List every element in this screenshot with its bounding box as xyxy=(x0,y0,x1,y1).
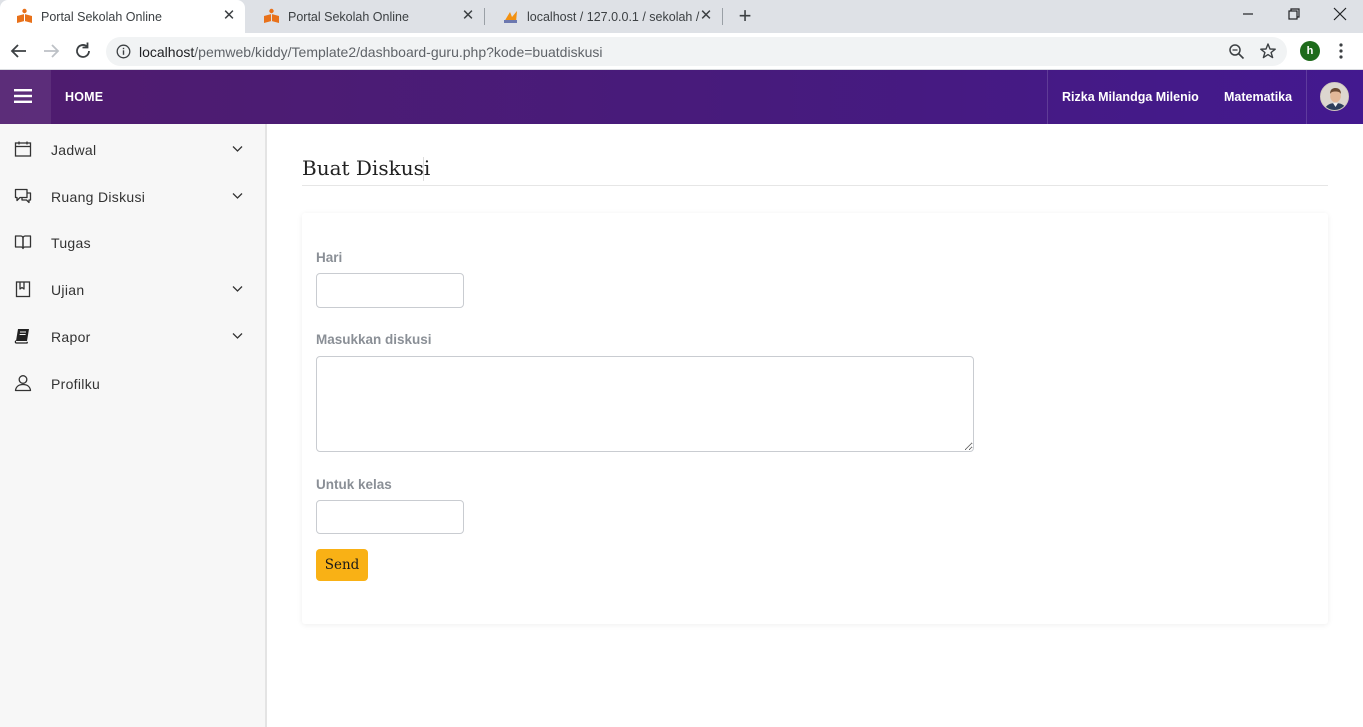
title-divider xyxy=(423,157,424,181)
hari-label: Hari xyxy=(316,250,343,265)
browser-tab-3[interactable]: localhost / 127.0.0.1 / sekolah / s ✕ xyxy=(486,0,722,33)
close-tab-icon[interactable]: ✕ xyxy=(221,8,237,24)
chevron-down-icon xyxy=(232,333,243,339)
tab-separator xyxy=(722,8,723,25)
sidebar-item-profilku[interactable]: Profilku xyxy=(0,360,265,406)
chevron-down-icon xyxy=(232,193,243,199)
sidebar-item-label: Ujian xyxy=(51,282,85,298)
restore-window-icon[interactable] xyxy=(1284,4,1304,24)
sidebar-item-label: Profilku xyxy=(51,376,101,392)
sidebar-item-label: Jadwal xyxy=(51,142,97,158)
subject-label[interactable]: Matematika xyxy=(1224,90,1292,104)
tab-separator xyxy=(484,8,485,25)
hamburger-menu-icon xyxy=(14,89,32,103)
minimize-window-icon[interactable] xyxy=(1238,4,1258,24)
forward-arrow-icon[interactable] xyxy=(40,40,62,62)
chat-bubbles-icon xyxy=(14,188,32,204)
kelas-label: Untuk kelas xyxy=(316,477,392,492)
new-tab-plus-icon[interactable]: + xyxy=(735,5,755,27)
tab-title: Portal Sekolah Online xyxy=(288,9,409,24)
close-tab-icon[interactable]: ✕ xyxy=(460,8,476,24)
url-text[interactable]: localhost/pemweb/kiddy/Template2/dashboa… xyxy=(139,44,602,60)
title-underline xyxy=(302,185,1328,186)
top-navbar: HOME Rizka Milandga Milenio Matematika xyxy=(0,70,1363,124)
url-path: /pemweb/kiddy/Template2/dashboard-guru.p… xyxy=(194,44,603,60)
user-photo-icon xyxy=(1321,83,1348,110)
user-avatar[interactable] xyxy=(1320,82,1349,111)
sidebar-item-rapor[interactable]: Rapor xyxy=(0,313,265,359)
phpmyadmin-favicon-icon xyxy=(504,11,517,23)
zoom-icon[interactable] xyxy=(1228,43,1245,60)
bookmark-star-icon[interactable] xyxy=(1259,42,1277,60)
chevron-down-icon xyxy=(232,146,243,152)
tab-title: Portal Sekolah Online xyxy=(41,9,162,24)
site-info-icon[interactable] xyxy=(116,44,131,59)
browser-tab-strip: Portal Sekolah Online ✕ Portal Sekolah O… xyxy=(0,0,1363,33)
school-favicon-icon xyxy=(17,8,32,23)
sidebar-item-tugas[interactable]: Tugas xyxy=(0,219,265,265)
browser-tab-1[interactable]: Portal Sekolah Online ✕ xyxy=(0,0,245,33)
page-title: Buat Diskusi xyxy=(302,156,431,180)
diskusi-label: Masukkan diskusi xyxy=(316,332,432,347)
browser-menu-icon[interactable] xyxy=(1334,41,1348,61)
url-host: localhost xyxy=(139,44,195,60)
sidebar-item-label: Ruang Diskusi xyxy=(51,189,146,205)
reload-icon[interactable] xyxy=(72,40,94,62)
sidebar: Jadwal Ruang Diskusi Tugas Ujian Rapor P… xyxy=(0,124,267,727)
sidebar-item-jadwal[interactable]: Jadwal xyxy=(0,126,265,172)
close-window-icon[interactable] xyxy=(1330,4,1350,24)
sidebar-item-label: Rapor xyxy=(51,329,91,345)
hari-input[interactable] xyxy=(316,273,464,308)
user-icon xyxy=(14,375,32,392)
back-arrow-icon[interactable] xyxy=(8,40,30,62)
chevron-down-icon xyxy=(232,286,243,292)
address-bar[interactable]: localhost/pemweb/kiddy/Template2/dashboa… xyxy=(106,37,1287,66)
close-tab-icon[interactable]: ✕ xyxy=(698,8,714,24)
open-book-icon xyxy=(14,235,32,250)
sidebar-item-label: Tugas xyxy=(51,235,91,251)
browser-tab-2[interactable]: Portal Sekolah Online ✕ xyxy=(247,0,484,33)
browser-profile-avatar[interactable]: h xyxy=(1300,41,1320,61)
book-icon xyxy=(14,329,29,344)
user-name[interactable]: Rizka Milandga Milenio xyxy=(1062,90,1199,104)
home-link[interactable]: HOME xyxy=(65,90,103,104)
sidebar-item-ujian[interactable]: Ujian xyxy=(0,266,265,312)
calendar-icon xyxy=(14,141,32,157)
diskusi-textarea[interactable] xyxy=(316,356,974,452)
school-favicon-icon xyxy=(264,8,279,23)
browser-toolbar: localhost/pemweb/kiddy/Template2/dashboa… xyxy=(0,33,1363,70)
kelas-input[interactable] xyxy=(316,500,464,534)
send-button[interactable]: Send xyxy=(316,549,368,581)
sidebar-item-ruang-diskusi[interactable]: Ruang Diskusi xyxy=(0,173,265,219)
tab-title: localhost / 127.0.0.1 / sekolah / s xyxy=(527,9,703,24)
clipboard-icon xyxy=(15,281,31,298)
nav-divider xyxy=(1306,70,1307,124)
sidebar-toggle-button[interactable] xyxy=(0,70,51,124)
nav-divider xyxy=(1047,70,1048,124)
